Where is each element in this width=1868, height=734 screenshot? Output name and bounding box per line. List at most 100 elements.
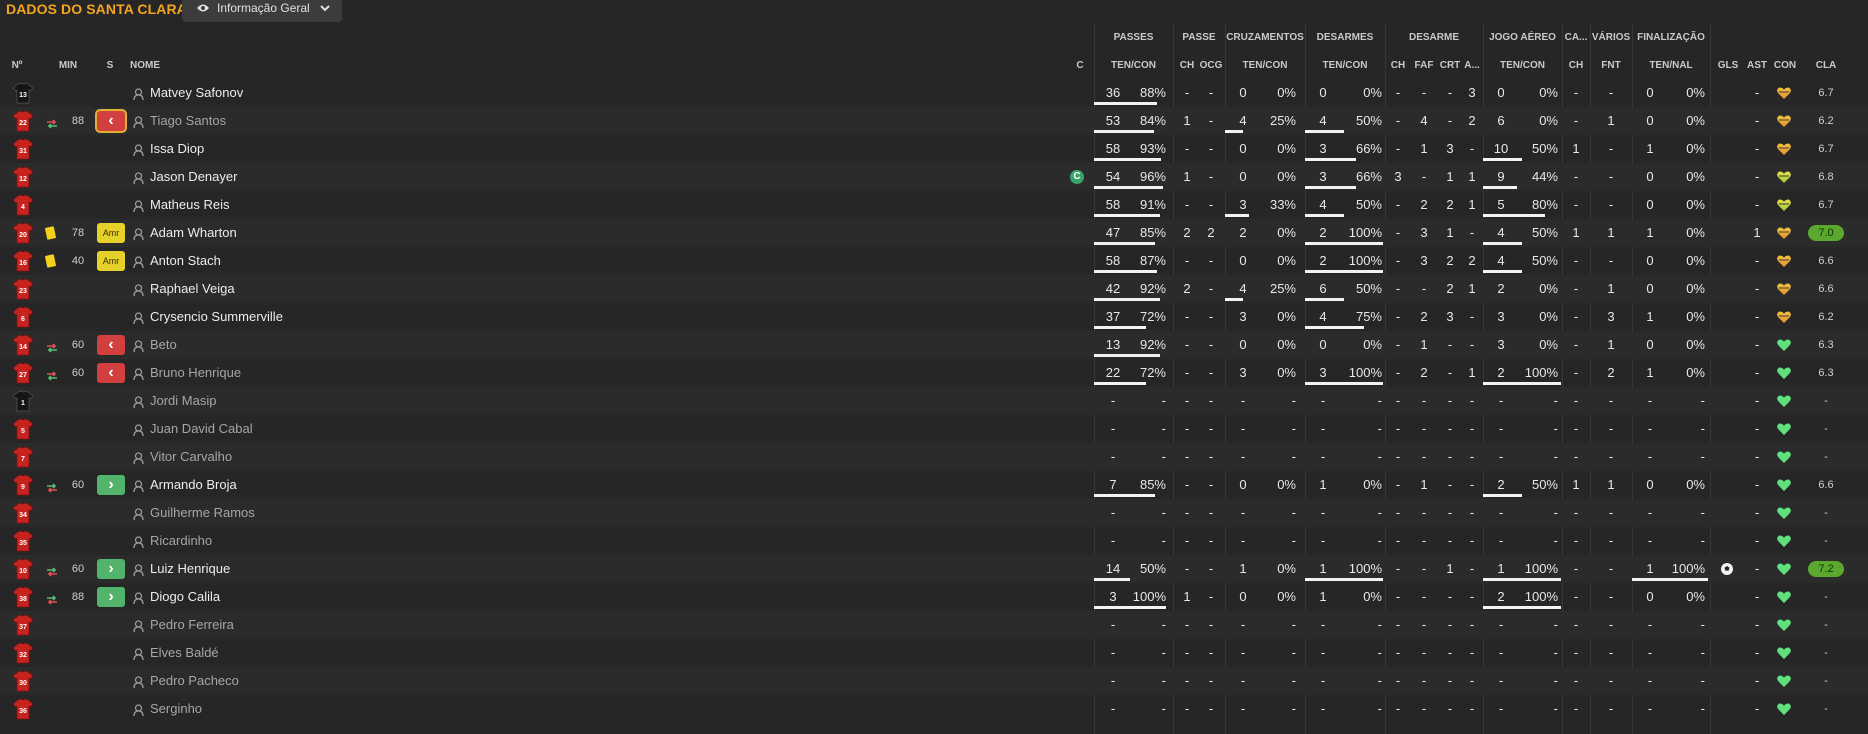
col-var-fnt[interactable]: FNT [1590, 60, 1632, 71]
shirt-icon: 22 [12, 110, 34, 132]
col-cla[interactable]: CLA [1808, 60, 1844, 71]
key-passes: - [1184, 365, 1190, 380]
player-row[interactable]: 12 Jason Denayer C 54 96% 1-0 0% 3 66% 3-1 1 9 44% - -… [0, 163, 1868, 191]
player-row[interactable]: 14 60 ‹ Beto 13 92% - -0 0% 0 0% -1- -3 0% -1 0 0% -6.3 [0, 331, 1868, 359]
col-fin-ten-nal[interactable]: TEN/NAL [1632, 60, 1710, 71]
player-row[interactable]: 27 60 ‹ Bruno Henrique 22 72% - -3 0% 3 100% -2-1 2 1… [0, 359, 1868, 387]
player-name[interactable]: Juan David Cabal [150, 415, 253, 443]
player-row[interactable]: 13 Matvey Safonov 36 88% - -0 0% 0 0% - - -3 0 0% - -0 0… [0, 79, 1868, 107]
player-name[interactable]: Issa Diop [150, 135, 204, 163]
player-row[interactable]: 9 60 › Armando Broja 7 85% - -0 0% 1 0% -1- -2 50% 1 1 0… [0, 471, 1868, 499]
des-faf: - [1421, 533, 1427, 548]
key-passes: - [1184, 505, 1190, 520]
player-name[interactable]: Crysencio Summerville [150, 303, 283, 331]
player-row[interactable]: 31 Issa Diop 58 93% - -0 0% 3 66% -1 3-10 50% 1-1 0% -… [0, 135, 1868, 163]
player-name[interactable]: Beto [150, 331, 177, 359]
player-row[interactable]: 10 60 › Luiz Henrique 14 50% - -1 0% 1 100% - -1-1 10… [0, 555, 1868, 583]
player-name[interactable]: Ricardinho [150, 527, 212, 555]
player-row[interactable]: 36 Serginho - - - - - - - - - - - - - - - - - - - - [0, 695, 1868, 723]
player-name[interactable]: Serginho [150, 695, 202, 723]
player-row[interactable]: 35 Ricardinho - - - - - - - - - - - - - - - - - - - - [0, 527, 1868, 555]
player-name[interactable]: Raphael Veiga [150, 275, 235, 303]
player-name[interactable]: Matheus Reis [150, 191, 229, 219]
des-a: 2 [1468, 113, 1476, 128]
col-passe-ch[interactable]: CH [1175, 60, 1199, 71]
player-name[interactable]: Adam Wharton [150, 219, 237, 247]
player-row[interactable]: 22 88 ‹ Tiago Santos 53 84% 1-4 25% 4 50% -4-2 6 0% -… [0, 107, 1868, 135]
col-passes-ten-con[interactable]: TEN/CON [1094, 60, 1173, 71]
shots-attempted: 1 [1646, 225, 1654, 240]
condition-heart-icon [1776, 197, 1792, 213]
player-name[interactable]: Vitor Carvalho [150, 443, 232, 471]
col-nome[interactable]: NOME [130, 60, 160, 71]
col-s[interactable]: S [100, 60, 120, 71]
col-des-a[interactable]: A... [1462, 60, 1482, 71]
crosses-pct: 0% [1277, 85, 1296, 100]
player-row[interactable]: 34 Guilherme Ramos - - - - - - - - - - - - - - - - - - - - [0, 499, 1868, 527]
col-num[interactable]: Nº [2, 60, 32, 71]
player-name[interactable]: Elves Baldé [150, 639, 219, 667]
col-cruz-ten-con[interactable]: TEN/CON [1225, 60, 1305, 71]
player-row[interactable]: 6 Crysencio Summerville 37 72% - -3 0% 4 75% -2 3-… [0, 303, 1868, 331]
player-row[interactable]: 16 40 Amr Anton Stach 58 87% - -0 0% 2 100% -3 2 2 4 50… [0, 247, 1868, 275]
tackles-attempted: - [1320, 533, 1326, 548]
col-ca-ch[interactable]: CH [1562, 60, 1590, 71]
player-name[interactable]: Tiago Santos [150, 107, 226, 135]
person-icon [133, 171, 144, 185]
rating-value: - [1824, 535, 1828, 547]
col-aereo-ten-con[interactable]: TEN/CON [1483, 60, 1562, 71]
sub-on-badge[interactable]: › [97, 559, 125, 579]
substitution-icon [46, 592, 58, 605]
aerial-bar [1483, 158, 1522, 161]
col-des-crt[interactable]: CRT [1437, 60, 1463, 71]
crosses-attempted: 0 [1239, 85, 1247, 100]
shots-attempted: - [1647, 617, 1653, 632]
player-name[interactable]: Jason Denayer [150, 163, 237, 191]
player-row[interactable]: 4 Matheus Reis 58 91% - -3 33% 4 50% -2 2 1 5 80% - -0 0… [0, 191, 1868, 219]
player-name[interactable]: Pedro Ferreira [150, 611, 234, 639]
des-faf: - [1421, 281, 1427, 296]
player-name[interactable]: Jordi Masip [150, 387, 216, 415]
des-crt: - [1447, 645, 1453, 660]
sub-off-badge[interactable]: ‹ [97, 335, 125, 355]
group-desarmes: DESARMES [1316, 32, 1374, 43]
shots-pct: 0% [1686, 197, 1705, 212]
passes-attempted: - [1110, 505, 1116, 520]
player-name[interactable]: Matvey Safonov [150, 79, 243, 107]
tackles-pct: - [1377, 533, 1382, 548]
col-c[interactable]: C [1070, 60, 1090, 71]
shirt-number: 23 [19, 288, 27, 295]
col-des-ch[interactable]: CH [1387, 60, 1409, 71]
view-selector-button[interactable]: Informação Geral [182, 0, 342, 22]
player-row[interactable]: 37 Pedro Ferreira - - - - - - - - - - - - - - - - - - - - [0, 611, 1868, 639]
player-name[interactable]: Anton Stach [150, 247, 221, 275]
col-des-faf[interactable]: FAF [1411, 60, 1437, 71]
player-row[interactable]: 32 Elves Baldé - - - - - - - - - - - - - - - - - - - - [0, 639, 1868, 667]
player-row[interactable]: 38 88 › Diogo Calila 3 100% 1-0 0% 1 0% - - - -2 100% -… [0, 583, 1868, 611]
col-gls[interactable]: GLS [1714, 60, 1742, 71]
player-name[interactable]: Bruno Henrique [150, 359, 241, 387]
sub-off-badge[interactable]: ‹ [97, 363, 125, 383]
player-name[interactable]: Diogo Calila [150, 583, 220, 611]
player-name[interactable]: Armando Broja [150, 471, 237, 499]
player-row[interactable]: 1 Jordi Masip - - - - - - - - - - - - - - - - - - - - [0, 387, 1868, 415]
col-desarmes-ten-con[interactable]: TEN/CON [1305, 60, 1385, 71]
player-row[interactable]: 23 Raphael Veiga 42 92% 2-4 25% 6 50% - -2 1 2 0% -1 0… [0, 275, 1868, 303]
player-name[interactable]: Luiz Henrique [150, 555, 230, 583]
shirt-number: 31 [19, 148, 27, 155]
player-row[interactable]: 20 78 Amr Adam Wharton 47 85% 2 2 2 0% 2 100% -3 1-4 5… [0, 219, 1868, 247]
aerial-pct: - [1553, 421, 1558, 436]
col-con[interactable]: CON [1770, 60, 1800, 71]
player-row[interactable]: 30 Pedro Pacheco - - - - - - - - - - - - - - - - - - - - [0, 667, 1868, 695]
shots-pct: 0% [1686, 113, 1705, 128]
col-passe-ocg[interactable]: OCG [1199, 60, 1223, 71]
col-ast[interactable]: AST [1744, 60, 1770, 71]
player-name[interactable]: Pedro Pacheco [150, 667, 239, 695]
col-min[interactable]: MIN [56, 60, 80, 71]
player-row[interactable]: 5 Juan David Cabal - - - - - - - - - - - - - - - - - - - - [0, 415, 1868, 443]
player-name[interactable]: Guilherme Ramos [150, 499, 255, 527]
sub-off-badge[interactable]: ‹ [97, 111, 125, 131]
sub-on-badge[interactable]: › [97, 587, 125, 607]
player-row[interactable]: 7 Vitor Carvalho - - - - - - - - - - - - - - - - - - - - [0, 443, 1868, 471]
sub-on-badge[interactable]: › [97, 475, 125, 495]
